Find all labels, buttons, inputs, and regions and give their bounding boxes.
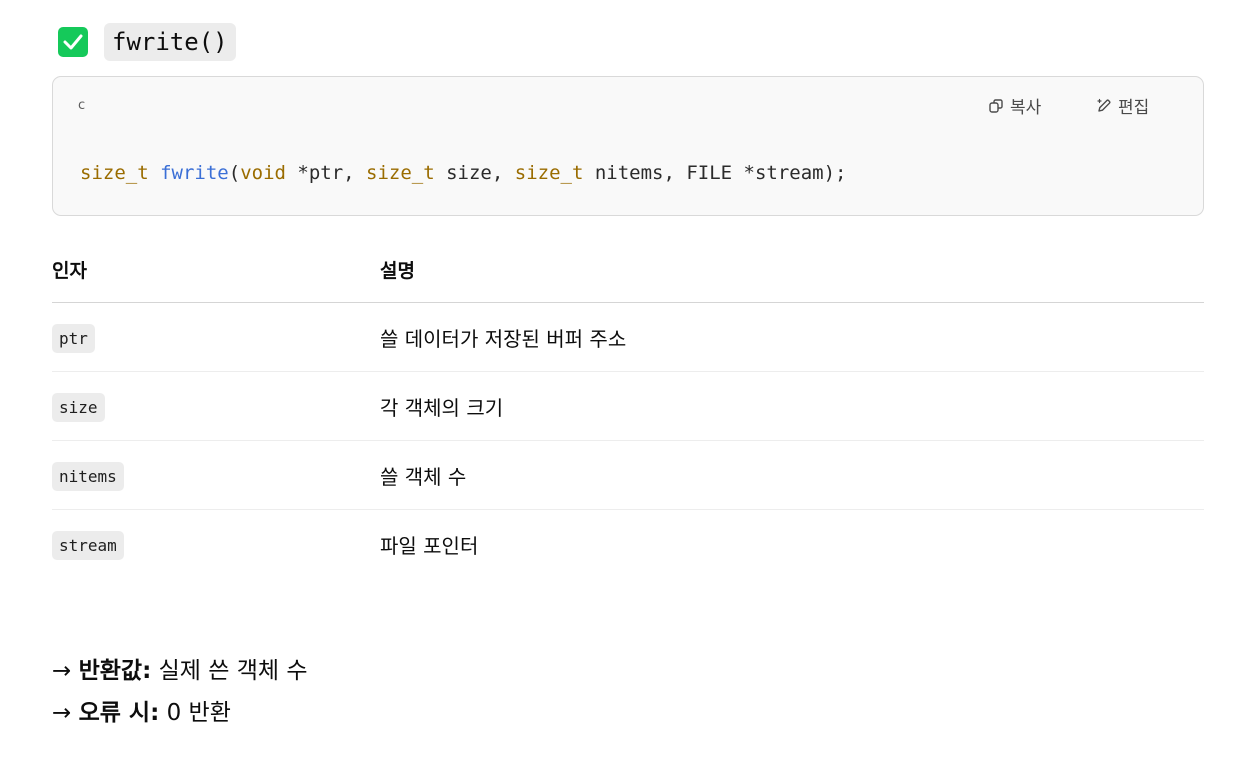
code-block: c 복사 편집 size_t fwrite(void *ptr, size_t … [52,76,1204,216]
copy-label: 복사 [1010,98,1042,118]
table-row: stream 파일 포인터 [52,510,1204,579]
code-line: size_t fwrite(void *ptr, size_t size, si… [80,162,847,184]
copy-button[interactable]: 복사 [988,93,1041,118]
table-cell-description: 쓸 객체 수 [380,440,1204,510]
code-token-paren: ( [228,162,241,184]
arrow-icon: → [52,658,72,684]
error-text: 0 반환 [166,700,231,726]
table-cell-description: 쓸 데이터가 저장된 버퍼 주소 [380,302,1204,372]
argument-name: ptr [52,324,95,353]
code-language-label: c [78,98,86,113]
table-header-description: 설명 [380,236,1204,303]
table-row: ptr 쓸 데이터가 저장된 버퍼 주소 [52,302,1204,372]
edit-button[interactable]: 편집 [1096,93,1149,118]
argument-name: stream [52,531,124,560]
arrow-icon: → [52,700,72,726]
section-heading: fwrite() [58,22,236,62]
argument-name: size [52,393,105,422]
code-token-return-type: size_t [80,162,149,184]
table-cell-argument: size [52,371,380,441]
table-cell-argument: ptr [52,302,380,372]
table-cell-description: 각 객체의 크기 [380,371,1204,441]
argument-name: nitems [52,462,124,491]
table-row: nitems 쓸 객체 수 [52,440,1204,510]
table-row: size 각 객체의 크기 [52,371,1204,441]
table-cell-description: 파일 포인터 [380,533,479,558]
arguments-table: 인자 설명 ptr 쓸 데이터가 저장된 버퍼 주소 size 각 객체의 크기… [52,236,1204,578]
table-header-row: 인자 설명 [52,236,1204,303]
code-token-param3-type: size_t [514,162,584,184]
code-token-param3-rest: nitems, FILE *stream); [583,162,847,184]
return-value-text: 실제 쓴 객체 수 [158,658,308,684]
error-note: → 오류 시: 0 반환 [52,693,231,727]
code-token-param2-type: size_t [366,162,435,184]
edit-pencil-icon [1096,98,1112,114]
return-value-label: 반환값: [78,658,152,684]
table-cell-argument: nitems [52,440,380,510]
code-token-param2: size, [434,162,515,184]
check-icon [58,27,88,57]
copy-icon [988,98,1004,114]
code-token-param1-type: void [240,162,286,184]
heading-function-name: fwrite() [104,23,236,61]
return-value-note: → 반환값: 실제 쓴 객체 수 [52,651,308,685]
table-cell-argument: stream [52,510,380,579]
edit-label: 편집 [1118,98,1150,118]
table-header-argument: 인자 [52,236,380,303]
error-label: 오류 시: [78,700,160,726]
code-token-param1: *ptr, [285,162,367,184]
code-token-function-name: fwrite [160,162,229,184]
